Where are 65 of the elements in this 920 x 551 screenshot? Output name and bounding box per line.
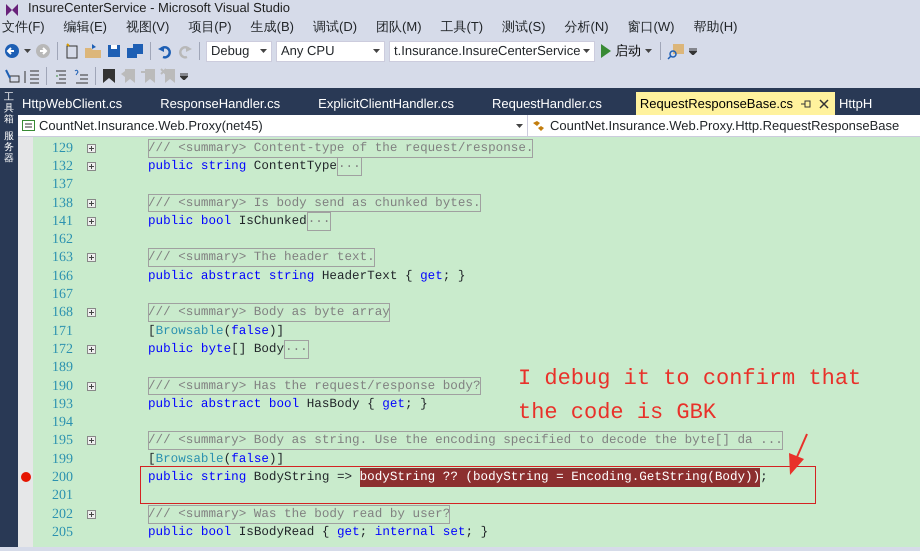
menu-item[interactable]: 生成(B) xyxy=(250,17,313,37)
file-tab[interactable]: RequestResponseBase.cs xyxy=(636,92,836,115)
menu-item[interactable]: 调试(D) xyxy=(312,17,376,37)
startup-project-dropdown[interactable]: t.Insurance.InsureCenterService xyxy=(389,40,595,62)
line-number: 201 xyxy=(51,487,73,506)
line-number: 205 xyxy=(51,524,73,542)
start-button[interactable]: 启动 xyxy=(599,41,654,61)
code-line: /// <summary> Content-type of the request/response. xyxy=(109,138,534,158)
menu-item[interactable]: 编辑(E) xyxy=(64,17,126,37)
side-panel-tab[interactable]: 服务器 xyxy=(4,131,14,164)
configuration-dropdown[interactable]: Debug xyxy=(206,40,272,62)
line-number: 171 xyxy=(51,322,73,341)
side-panel-tab[interactable]: 工具箱 xyxy=(4,92,14,125)
line-number: 202 xyxy=(51,506,73,524)
code-line: /// <summary> Body as string. Use the encoding specified to decode the byte[] da ... xyxy=(109,431,783,450)
menu-item[interactable]: 测试(S) xyxy=(502,17,564,37)
file-tab[interactable]: HttpWebClient.cs xyxy=(18,92,156,115)
menu-item[interactable]: 项目(P) xyxy=(188,17,251,37)
code-line: public byte[] Body... xyxy=(109,340,309,359)
file-tab[interactable]: HttpH xyxy=(835,92,906,115)
file-tab[interactable]: RequestHandler.cs xyxy=(488,92,636,115)
line-number: 168 xyxy=(51,304,73,322)
code-line: /// <summary> Was the body read by user? xyxy=(109,504,450,524)
code-line: public bool IsBodyRead { get; internal set; } xyxy=(147,524,488,541)
menu-item[interactable]: 窗口(W) xyxy=(628,17,694,37)
line-number: 141 xyxy=(51,212,73,231)
code-line: [Browsable(false)] xyxy=(147,450,284,468)
line-number: 138 xyxy=(51,194,73,213)
line-number: 172 xyxy=(51,340,73,359)
menu-item[interactable]: 文件(F) xyxy=(2,17,64,37)
code-line: public string ContentType... xyxy=(109,157,362,176)
code-line: [Browsable(false)] xyxy=(147,322,284,340)
menu-item[interactable]: 分析(N) xyxy=(564,17,628,37)
line-number: 194 xyxy=(51,414,73,432)
type-dropdown[interactable]: CountNet.Insurance.Web.Proxy.Http.RequestResponseBase xyxy=(528,115,904,136)
line-number: 132 xyxy=(51,158,73,176)
line-number: 195 xyxy=(51,432,73,450)
line-number: 199 xyxy=(51,450,73,469)
platform-dropdown[interactable]: Any CPU xyxy=(276,40,385,62)
line-number: 162 xyxy=(51,231,73,250)
menu-item[interactable]: 帮助(H) xyxy=(693,17,757,37)
code-line: public bool IsChunked... xyxy=(109,212,332,231)
annotation-text: I debug it to confirm that the code is GBK xyxy=(518,365,862,427)
menu-item[interactable]: 工具(T) xyxy=(440,17,502,37)
line-number: 137 xyxy=(51,176,73,194)
menu-item[interactable]: 视图(V) xyxy=(126,17,188,37)
line-number: 190 xyxy=(51,378,73,396)
window-title: InsureCenterService - Microsoft Visual Studio xyxy=(28,0,290,16)
code-line: /// <summary> The header text. xyxy=(109,248,375,268)
line-number: 189 xyxy=(51,359,73,378)
line-number: 166 xyxy=(51,268,73,286)
code-line: public abstract string HeaderText { get; } xyxy=(147,268,466,285)
line-number: 163 xyxy=(51,249,73,268)
file-tab[interactable]: ResponseHandler.cs xyxy=(156,92,314,115)
line-number: 129 xyxy=(51,140,73,158)
code-line: public abstract bool HasBody { get; } xyxy=(147,396,428,413)
menu-item[interactable]: 团队(M) xyxy=(376,17,441,37)
code-line: /// <summary> Body as byte array xyxy=(109,303,390,322)
code-line: /// <summary> Is body send as chunked bytes. xyxy=(109,194,481,212)
line-number: 200 xyxy=(51,469,73,487)
code-line: /// <summary> Has the request/response body? xyxy=(109,376,481,396)
file-tab[interactable]: ExplicitClientHandler.cs xyxy=(314,92,488,115)
project-dropdown[interactable]: CountNet.Insurance.Web.Proxy(net45) xyxy=(18,115,528,136)
line-number: 193 xyxy=(51,396,73,414)
line-number: 167 xyxy=(51,286,73,304)
